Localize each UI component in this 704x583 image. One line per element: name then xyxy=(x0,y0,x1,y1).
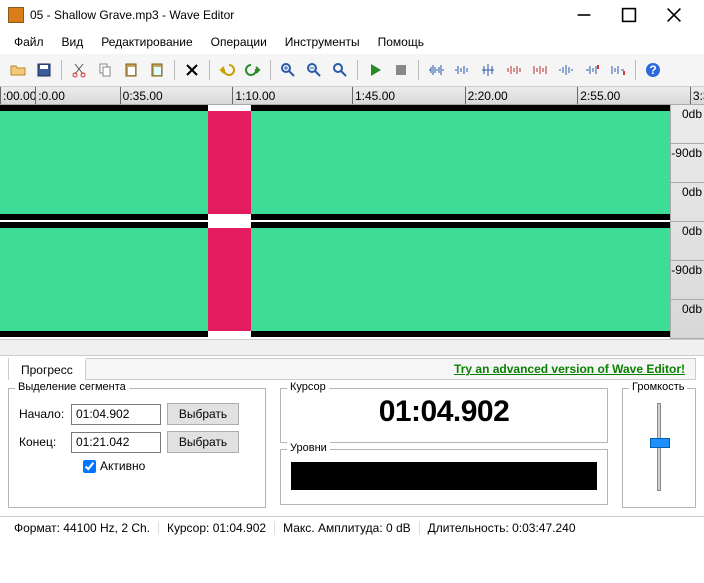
status-bar: Формат: 44100 Hz, 2 Ch. Курсор: 01:04.90… xyxy=(0,516,704,538)
active-checkbox[interactable] xyxy=(83,460,96,473)
copy-icon[interactable] xyxy=(93,58,117,82)
zoom-in-icon[interactable] xyxy=(276,58,300,82)
minimize-button[interactable] xyxy=(561,1,606,29)
delete-icon[interactable] xyxy=(180,58,204,82)
volume-thumb[interactable] xyxy=(650,438,670,448)
volume-slider[interactable] xyxy=(657,403,661,491)
menu-file[interactable]: Файл xyxy=(6,32,52,52)
end-label: Конец: xyxy=(19,435,65,449)
ruler-tick: 0:35.00 xyxy=(120,87,163,104)
ruler-tick: 2:55.00 xyxy=(577,87,620,104)
fx1-icon[interactable] xyxy=(424,58,448,82)
menu-view[interactable]: Вид xyxy=(54,32,92,52)
close-button[interactable] xyxy=(651,1,696,29)
cursor-time: 01:04.902 xyxy=(291,395,597,429)
db-label: 0db xyxy=(671,105,704,144)
redo-icon[interactable] xyxy=(241,58,265,82)
segment-title: Выделение сегмента xyxy=(15,381,129,393)
fx7-icon[interactable] xyxy=(580,58,604,82)
segment-group: Выделение сегмента Начало: Выбрать Конец… xyxy=(8,388,266,508)
end-input[interactable] xyxy=(71,432,161,453)
volume-group: Громкость xyxy=(622,388,696,508)
levels-meter xyxy=(291,462,597,490)
fx4-icon[interactable] xyxy=(502,58,526,82)
ruler-tick: :00.00 xyxy=(0,87,36,104)
fx6-icon[interactable] xyxy=(554,58,578,82)
svg-text:?: ? xyxy=(649,63,656,77)
status-amplitude: Макс. Амплитуда: 0 dB xyxy=(274,521,419,535)
undo-icon[interactable] xyxy=(215,58,239,82)
paste2-icon[interactable] xyxy=(145,58,169,82)
levels-group: Уровни xyxy=(280,449,608,505)
db-label: 0db xyxy=(671,300,704,339)
levels-title: Уровни xyxy=(287,442,330,454)
ruler-tick: :0.00 xyxy=(35,87,65,104)
open-icon[interactable] xyxy=(6,58,30,82)
db-label: -90db xyxy=(671,144,704,183)
app-icon xyxy=(8,7,24,23)
status-format: Формат: 44100 Hz, 2 Ch. xyxy=(6,521,158,535)
active-label: Активно xyxy=(100,459,145,473)
fx5-icon[interactable] xyxy=(528,58,552,82)
play-icon[interactable] xyxy=(363,58,387,82)
fx2-icon[interactable] xyxy=(450,58,474,82)
volume-title: Громкость xyxy=(629,381,687,393)
status-cursor: Курсор: 01:04.902 xyxy=(158,521,274,535)
db-scale: 0db-90db0db0db-90db0db xyxy=(670,105,704,339)
start-label: Начало: xyxy=(19,407,65,421)
help-icon[interactable]: ? xyxy=(641,58,665,82)
window-title: 05 - Shallow Grave.mp3 - Wave Editor xyxy=(30,8,561,22)
zoom-fit-icon[interactable] xyxy=(328,58,352,82)
titlebar: 05 - Shallow Grave.mp3 - Wave Editor xyxy=(0,0,704,30)
waveform-scrollbar[interactable] xyxy=(0,339,704,356)
cursor-group: Курсор 01:04.902 xyxy=(280,388,608,443)
time-ruler[interactable]: :00.00:0.00 0:35.00 1:10.00 1:45.00 2:20.00 2… xyxy=(0,87,704,105)
ruler-tick: 3:30.00 xyxy=(690,87,704,104)
menubar: Файл Вид Редактирование Операции Инструм… xyxy=(0,30,704,54)
menu-operations[interactable]: Операции xyxy=(203,32,275,52)
start-input[interactable] xyxy=(71,404,161,425)
stop-icon[interactable] xyxy=(389,58,413,82)
status-duration: Длительность: 0:03:47.240 xyxy=(419,521,584,535)
maximize-button[interactable] xyxy=(606,1,651,29)
db-label: 0db xyxy=(671,222,704,261)
db-label: -90db xyxy=(671,261,704,300)
fx3-icon[interactable] xyxy=(476,58,500,82)
waveform-viewport[interactable]: 0db-90db0db0db-90db0db xyxy=(0,105,704,339)
fx8-icon[interactable] xyxy=(606,58,630,82)
db-label: 0db xyxy=(671,183,704,222)
ruler-tick: 1:10.00 xyxy=(232,87,275,104)
zoom-out-icon[interactable] xyxy=(302,58,326,82)
channel-right[interactable] xyxy=(0,222,670,339)
cursor-title: Курсор xyxy=(287,381,329,393)
menu-help[interactable]: Помощь xyxy=(370,32,432,52)
menu-tools[interactable]: Инструменты xyxy=(277,32,368,52)
channel-left[interactable] xyxy=(0,105,670,222)
menu-edit[interactable]: Редактирование xyxy=(93,32,200,52)
choose-end-button[interactable]: Выбрать xyxy=(167,431,239,453)
cut-icon[interactable] xyxy=(67,58,91,82)
ruler-tick: 1:45.00 xyxy=(352,87,395,104)
paste-icon[interactable] xyxy=(119,58,143,82)
save-icon[interactable] xyxy=(32,58,56,82)
ruler-tick: 2:20.00 xyxy=(465,87,508,104)
toolbar: ? xyxy=(0,54,704,87)
promo-link[interactable]: Try an advanced version of Wave Editor! xyxy=(86,362,695,376)
choose-start-button[interactable]: Выбрать xyxy=(167,403,239,425)
tab-progress[interactable]: Прогресс xyxy=(9,358,86,380)
